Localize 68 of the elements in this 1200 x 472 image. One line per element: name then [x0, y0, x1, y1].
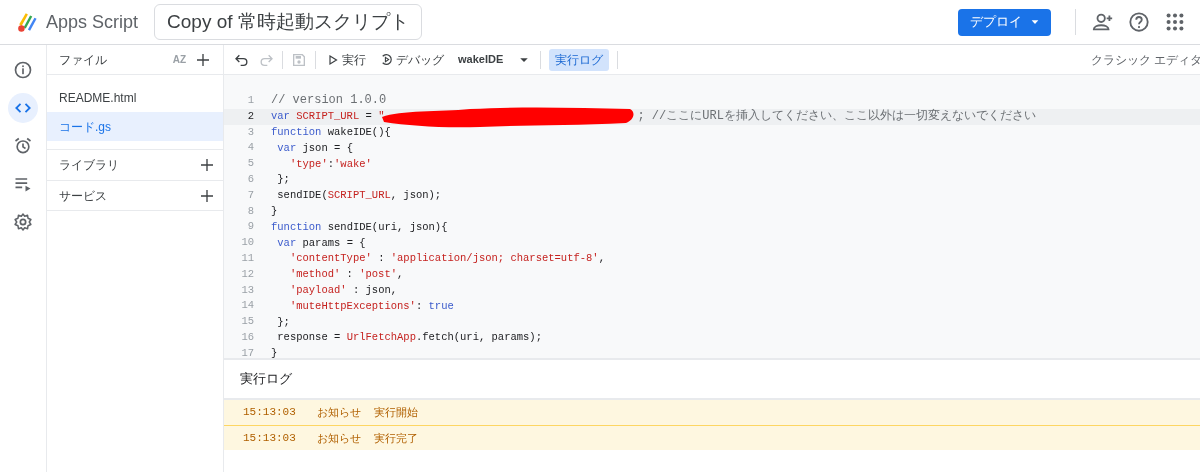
- line-number: 15: [240, 314, 254, 330]
- line-number: 11: [240, 251, 254, 266]
- add-person-icon[interactable]: [1092, 11, 1114, 33]
- debug-icon: [380, 53, 393, 66]
- code-line: }: [271, 346, 278, 362]
- nav-code-button[interactable]: [8, 93, 38, 123]
- line-number: 5: [246, 156, 254, 172]
- code-line: 'muteHttpExceptions': true: [288, 298, 454, 314]
- log-time: 15:13:03: [243, 405, 297, 421]
- line-number: 13: [240, 282, 254, 298]
- code-line: 'contentType' : 'application/json; charset=utf-8',: [288, 251, 605, 267]
- line-number: 10: [240, 235, 254, 251]
- code-line: var json = {: [276, 140, 353, 156]
- play-icon: [327, 53, 339, 66]
- deploy-button[interactable]: デプロイ: [958, 8, 1051, 36]
- caret-icon: [1029, 17, 1040, 27]
- code-line: }: [271, 203, 278, 219]
- info-icon: [13, 60, 33, 80]
- line-number: 6: [246, 172, 254, 187]
- code-line: function sendIDE(uri, json){: [271, 219, 448, 235]
- line-number: 14: [240, 298, 254, 314]
- classic-editor-link[interactable]: クラシック エディタ: [1090, 50, 1200, 69]
- log-level: お知らせ: [317, 430, 362, 446]
- help-icon[interactable]: [1128, 11, 1150, 33]
- panel-title: ファイル: [59, 51, 108, 69]
- line-number: 16: [240, 329, 254, 345]
- add-icon[interactable]: [199, 187, 215, 204]
- code-line: };: [276, 314, 290, 330]
- apps-grid-icon[interactable]: [1164, 11, 1186, 33]
- log-title: 実行ログ: [240, 370, 292, 389]
- app-name: Apps Script: [46, 10, 139, 34]
- code-line: 'method' : 'post',: [288, 267, 404, 283]
- file-item[interactable]: README.html: [47, 83, 223, 112]
- line-number: 4: [246, 140, 254, 156]
- execution-log-toggle[interactable]: 実行ログ: [549, 48, 610, 71]
- code-line: };: [276, 172, 290, 188]
- line-number: 2: [246, 108, 254, 124]
- code-line: response = UrlFetchApp.fetch(uri, params);: [276, 330, 542, 346]
- line-number: 7: [246, 187, 254, 203]
- line-number: 12: [240, 266, 254, 282]
- debug-button[interactable]: デバッグ: [377, 48, 447, 71]
- run-button[interactable]: 実行: [324, 48, 369, 71]
- log-message: 実行開始: [374, 405, 418, 421]
- code-line: var SCRIPT_URL = ": [271, 109, 385, 125]
- file-item[interactable]: コード.gs: [47, 112, 223, 141]
- code-line: var params = {: [276, 235, 366, 251]
- settings-icon: [13, 212, 33, 232]
- code-line: 'payload' : json,: [288, 282, 398, 298]
- log-message: 実行完了: [374, 430, 418, 446]
- code-line: sendIDE(SCRIPT_URL, json);: [276, 188, 442, 204]
- code-line: 'type':'wake': [288, 156, 372, 172]
- log-time: 15:13:03: [243, 430, 297, 446]
- alarm-clock-icon: [13, 136, 33, 156]
- project-title-field[interactable]: Copy of 常時起動スクリプト: [154, 3, 422, 41]
- add-icon[interactable]: [199, 157, 215, 173]
- section-title: ライブラリ: [59, 157, 120, 174]
- line-number: 8: [246, 203, 254, 219]
- code-line: // version 1.0.0: [271, 93, 387, 109]
- code-line: function wakeIDE(){: [271, 125, 391, 140]
- line-number: 9: [246, 219, 254, 235]
- function-select[interactable]: wakeIDE: [455, 49, 533, 70]
- section-title: サービス: [59, 187, 108, 205]
- code-line: ; //ここにURLを挿入してください、ここ以外は一切変えないでください: [637, 109, 1036, 125]
- add-icon[interactable]: [195, 51, 211, 68]
- line-number: 17: [240, 345, 254, 361]
- line-number: 3: [246, 124, 254, 140]
- log-level: お知らせ: [317, 405, 362, 421]
- line-number: 1: [246, 93, 254, 108]
